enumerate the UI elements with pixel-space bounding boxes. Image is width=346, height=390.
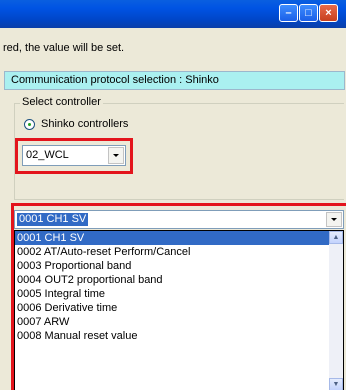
- parameter-dropdown-list[interactable]: 0001 CH1 SV 0002 AT/Auto-reset Perform/C…: [14, 230, 344, 390]
- shinko-controllers-radio[interactable]: Shinko controllers: [24, 118, 128, 130]
- list-item[interactable]: 0003 Proportional band: [15, 259, 343, 273]
- controller-model-select[interactable]: 02_WCL: [22, 145, 126, 166]
- chevron-down-icon: [331, 218, 337, 221]
- list-item[interactable]: 0004 OUT2 proportional band: [15, 273, 343, 287]
- maximize-button[interactable]: □: [299, 4, 318, 22]
- parameter-select[interactable]: 0001 CH1 SV: [14, 210, 344, 229]
- list-item[interactable]: 0006 Derivative time: [15, 301, 343, 315]
- title-bar: – □ ×: [0, 0, 346, 28]
- scroll-up-icon[interactable]: ▲: [329, 231, 343, 244]
- list-item[interactable]: 0002 AT/Auto-reset Perform/Cancel: [15, 245, 343, 259]
- radio-label: Shinko controllers: [41, 118, 129, 130]
- chevron-down-icon: [113, 154, 119, 157]
- list-item[interactable]: 0008 Manual reset value: [15, 329, 343, 343]
- list-item[interactable]: 0005 Integral time: [15, 287, 343, 301]
- list-item[interactable]: 0007 ARW: [15, 315, 343, 329]
- dropdown-arrow-button[interactable]: [108, 147, 124, 164]
- instruction-text: red, the value will be set.: [3, 42, 125, 54]
- controller-model-value: 02_WCL: [26, 149, 69, 161]
- vertical-scrollbar[interactable]: ▲ ▼: [329, 231, 343, 390]
- dialog-panel: red, the value will be set. Communicatio…: [0, 28, 346, 390]
- radio-selected-icon[interactable]: [24, 118, 35, 130]
- minimize-button[interactable]: –: [279, 4, 298, 22]
- parameter-selected-value: 0001 CH1 SV: [17, 213, 89, 226]
- group-title: Select controller: [20, 96, 103, 108]
- dropdown-arrow-button[interactable]: [326, 212, 342, 227]
- close-button[interactable]: ×: [319, 4, 338, 22]
- protocol-label: Communication protocol selection : Shink…: [4, 71, 345, 90]
- scroll-down-icon[interactable]: ▼: [329, 378, 343, 390]
- list-item[interactable]: 0001 CH1 SV: [15, 231, 343, 245]
